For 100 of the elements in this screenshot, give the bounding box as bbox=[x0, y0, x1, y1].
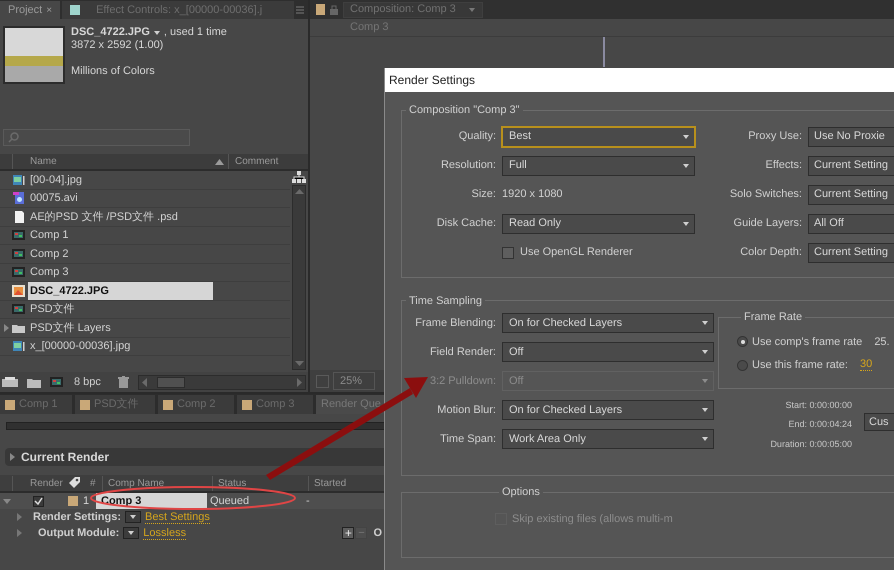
field-value: 1920 x 1080 bbox=[502, 187, 563, 202]
settings-link[interactable]: Best Settings bbox=[145, 510, 210, 524]
scroll-left-icon bbox=[142, 378, 147, 386]
column-header[interactable]: Started bbox=[308, 476, 346, 490]
caret-icon bbox=[152, 28, 161, 36]
dropdown[interactable]: Use No Proxie bbox=[808, 126, 894, 146]
settings-link[interactable]: Lossless bbox=[143, 526, 186, 540]
scroll-up-icon bbox=[294, 189, 304, 194]
trash-icon bbox=[118, 376, 129, 388]
caret-icon bbox=[701, 319, 709, 327]
composition-icon bbox=[50, 376, 65, 388]
list-item[interactable]: Comp 3 bbox=[28, 264, 213, 281]
field-label: Color Depth: bbox=[739, 245, 802, 260]
caret-icon bbox=[682, 162, 690, 170]
radio-button[interactable] bbox=[737, 360, 748, 371]
radio-button[interactable] bbox=[737, 336, 748, 348]
dropdown[interactable]: Current Setting bbox=[808, 242, 894, 262]
lock-icon bbox=[329, 4, 339, 14]
search-icon bbox=[8, 132, 19, 143]
item-number: 1 bbox=[82, 494, 90, 509]
caret-icon bbox=[701, 377, 709, 385]
frame-rate-input[interactable]: 30 bbox=[860, 359, 872, 372]
menu-icon bbox=[296, 5, 304, 15]
hierarchy-icon bbox=[292, 171, 306, 183]
bit-depth-label[interactable]: 8 bpc bbox=[74, 374, 101, 390]
column-header[interactable]: # bbox=[86, 476, 102, 490]
field-label: Solo Switches: bbox=[728, 187, 802, 202]
group-title: Frame Rate bbox=[743, 310, 804, 325]
swatch-icon bbox=[70, 5, 80, 15]
composition-icon bbox=[12, 266, 25, 278]
dropdown[interactable]: Read Only bbox=[502, 214, 695, 234]
file-name: DSC_4722.JPG bbox=[71, 26, 150, 39]
column-header[interactable]: Render bbox=[12, 476, 62, 490]
checkbox[interactable] bbox=[502, 246, 514, 258]
render-checkbox[interactable] bbox=[33, 496, 44, 506]
interpret-footage-icon bbox=[2, 377, 18, 387]
grid-toggle-icon[interactable] bbox=[316, 374, 329, 388]
field-label: Field Render: bbox=[428, 344, 496, 360]
caret-icon bbox=[701, 348, 709, 356]
color-depth-text: Millions of Colors bbox=[71, 65, 156, 78]
panel-tab[interactable]: Project × bbox=[0, 1, 60, 19]
composition-icon bbox=[12, 248, 25, 260]
close-icon[interactable]: × bbox=[46, 2, 52, 18]
dropdown[interactable]: Current Setting bbox=[808, 156, 894, 176]
field-label: Disk Cache: bbox=[436, 216, 496, 232]
swatch-icon bbox=[5, 400, 15, 410]
field-label: Quality: bbox=[458, 129, 496, 144]
column-header[interactable]: Name bbox=[30, 154, 57, 169]
field-label: Proxy Use: bbox=[747, 129, 802, 144]
scroll-thumb[interactable] bbox=[156, 376, 185, 388]
caret-icon bbox=[682, 220, 690, 228]
composition-icon bbox=[12, 229, 25, 242]
image-sequence-icon bbox=[12, 340, 25, 352]
dropdown[interactable]: Full bbox=[502, 156, 695, 176]
list-item[interactable]: [00-04].jpg bbox=[28, 171, 213, 188]
dropdown[interactable]: On for Checked Layers bbox=[502, 400, 714, 420]
custom-button[interactable]: Cus bbox=[864, 412, 894, 430]
frame-rate-value: 25. bbox=[874, 334, 890, 350]
list-item[interactable]: Comp 2 bbox=[28, 245, 213, 262]
dropdown[interactable]: Best bbox=[502, 126, 695, 146]
dropdown-button[interactable] bbox=[123, 527, 140, 539]
output-label: O bbox=[373, 526, 382, 541]
search-field[interactable] bbox=[3, 129, 190, 146]
scroll-right-icon bbox=[297, 378, 302, 386]
marker-line bbox=[603, 37, 605, 67]
list-item[interactable]: PSD文件 bbox=[28, 300, 213, 318]
expand-icon bbox=[3, 498, 11, 504]
list-item[interactable]: x_[00000-00036].jpg bbox=[28, 338, 213, 355]
section-title: Current Render bbox=[21, 449, 110, 466]
field-label: Resolution: bbox=[440, 158, 496, 174]
composition-swatch-icon bbox=[316, 4, 325, 15]
photo-placeholder bbox=[3, 26, 65, 84]
dropdown-button[interactable] bbox=[125, 511, 142, 523]
list-item[interactable]: Comp 1 bbox=[28, 226, 213, 244]
scroll-bar[interactable] bbox=[292, 185, 306, 370]
add-button[interactable]: + bbox=[342, 527, 354, 539]
check-icon bbox=[34, 497, 43, 505]
column-header[interactable]: Comp Name bbox=[102, 476, 212, 490]
dropdown[interactable]: Work Area Only bbox=[502, 429, 714, 449]
radio-label: Use comp's frame rate bbox=[752, 334, 862, 350]
dialog-title: Render Settings bbox=[385, 68, 894, 92]
sort-icon bbox=[215, 158, 224, 164]
dropdown[interactable]: On for Checked Layers bbox=[502, 313, 714, 333]
list-item[interactable]: DSC_4722.JPG bbox=[28, 282, 213, 300]
dropdown[interactable]: All Off bbox=[808, 214, 894, 234]
expand-icon bbox=[10, 453, 15, 461]
usage-text: , used 1 time bbox=[164, 26, 227, 39]
field-label: Time Span: bbox=[439, 432, 496, 447]
column-header[interactable]: Comment bbox=[228, 154, 278, 169]
list-item[interactable]: 00075.avi bbox=[28, 190, 213, 207]
horizontal-scroll-bar[interactable] bbox=[138, 374, 306, 390]
dropdown[interactable]: Off bbox=[502, 342, 714, 362]
list-item[interactable]: PSD文件 Layers bbox=[28, 319, 213, 336]
label-color-icon[interactable] bbox=[68, 496, 78, 506]
caret-icon bbox=[468, 6, 476, 14]
group-title: Composition "Comp 3" bbox=[408, 103, 521, 118]
list-item[interactable]: AE的PSD 文件 /PSD文件 .psd bbox=[28, 208, 213, 226]
dropdown[interactable]: Current Setting bbox=[808, 184, 894, 204]
caret-icon bbox=[701, 435, 709, 443]
setting-label: Output Module: bbox=[38, 526, 120, 541]
